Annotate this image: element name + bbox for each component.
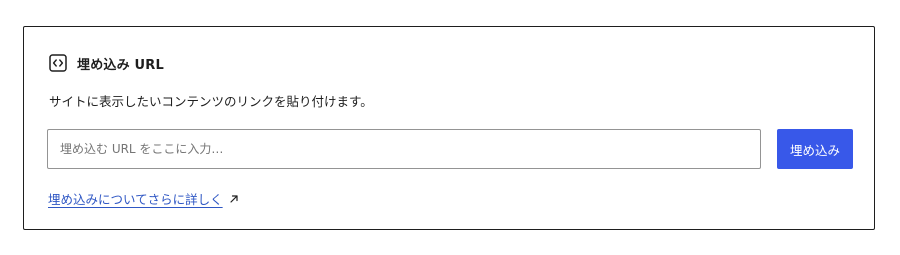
learn-more-link[interactable]: 埋め込みについてさらに詳しく bbox=[48, 189, 239, 208]
embed-header: 埋め込み URL bbox=[49, 53, 164, 73]
embed-description: サイトに表示したいコンテンツのリンクを貼り付けます。 bbox=[49, 94, 373, 109]
external-link-icon bbox=[229, 194, 239, 204]
embed-placeholder-card: 埋め込み URL サイトに表示したいコンテンツのリンクを貼り付けます。 埋め込み… bbox=[23, 26, 875, 230]
learn-more-label: 埋め込みについてさらに詳しく bbox=[48, 192, 223, 207]
embed-button[interactable]: 埋め込み bbox=[777, 129, 853, 169]
embed-url-input[interactable] bbox=[47, 129, 761, 169]
embed-code-icon bbox=[49, 54, 67, 72]
embed-title: 埋め込み URL bbox=[77, 57, 164, 73]
